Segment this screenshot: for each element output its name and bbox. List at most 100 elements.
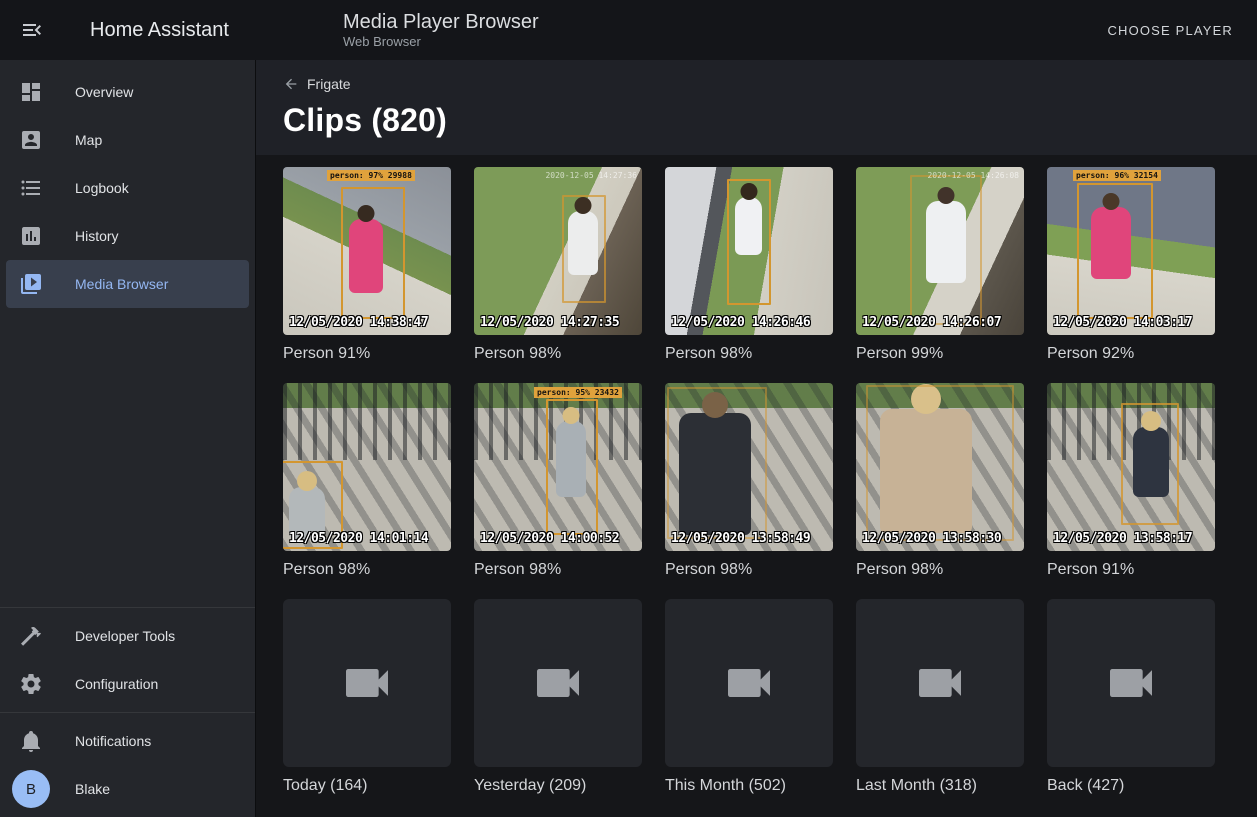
sidebar-item-logbook[interactable]: Logbook xyxy=(6,164,249,212)
folder-label: Yesterday (209) xyxy=(474,777,642,795)
toolbar-titles: Media Player Browser Web Browser xyxy=(343,10,539,50)
sidebar-item-media-browser[interactable]: Media Browser xyxy=(6,260,249,308)
video-icon xyxy=(530,655,586,711)
folder-thumbnail xyxy=(856,599,1024,767)
account-box-icon xyxy=(19,128,43,152)
clip-caption: Person 92% xyxy=(1047,345,1215,363)
sidebar-item-profile[interactable]: B Blake xyxy=(6,765,249,813)
clip-caption: Person 98% xyxy=(283,561,451,579)
video-icon xyxy=(1103,655,1159,711)
clip-timestamp-overlay: 12/05/2020 14:26:07 xyxy=(862,315,1001,330)
clip-thumbnail: person: 97% 29988 12/05/2020 14:38:47 xyxy=(283,167,451,335)
clip-timestamp-overlay: 12/05/2020 13:58:17 xyxy=(1053,531,1192,546)
camera-osd-timestamp: 2020-12-05 14:26:08 xyxy=(927,171,1019,180)
clip-caption: Person 98% xyxy=(474,345,642,363)
sidebar-item-developer-tools[interactable]: Developer Tools xyxy=(6,612,249,660)
clip-timestamp-overlay: 12/05/2020 14:01:14 xyxy=(289,531,428,546)
app-title: Home Assistant xyxy=(90,19,229,42)
clip-caption: Person 91% xyxy=(283,345,451,363)
detection-label: person: 96% 32154 xyxy=(1073,170,1161,181)
body-split: Overview Map Logbook xyxy=(0,60,1257,817)
folder-tile-today[interactable]: Today (164) xyxy=(283,599,451,795)
clip-tile[interactable]: 2020-12-05 14:26:08 12/05/2020 14:26:07 … xyxy=(856,167,1024,363)
breadcrumb-label: Frigate xyxy=(307,76,351,92)
video-icon xyxy=(912,655,968,711)
clip-tile[interactable]: 12/05/2020 14:26:46 Person 98% xyxy=(665,167,833,363)
bell-icon xyxy=(19,729,43,753)
page-heading: Media Player Browser xyxy=(343,10,539,34)
clip-thumbnail: 12/05/2020 13:58:49 xyxy=(665,383,833,551)
media-scroll-area[interactable]: person: 97% 29988 12/05/2020 14:38:47 Pe… xyxy=(256,155,1257,817)
detection-bbox xyxy=(1077,183,1153,319)
clip-thumbnail: 12/05/2020 13:58:30 xyxy=(856,383,1024,551)
clip-thumbnail: 12/05/2020 14:01:14 xyxy=(283,383,451,551)
folder-tile-this-month[interactable]: This Month (502) xyxy=(665,599,833,795)
folder-tile-last-month[interactable]: Last Month (318) xyxy=(856,599,1024,795)
folder-label: Today (164) xyxy=(283,777,451,795)
clip-tile[interactable]: 12/05/2020 14:01:14 Person 98% xyxy=(283,383,451,579)
clip-tile[interactable]: 2020-12-05 14:27:36 12/05/2020 14:27:35 … xyxy=(474,167,642,363)
folder-label: Last Month (318) xyxy=(856,777,1024,795)
clip-timestamp-overlay: 12/05/2020 14:00:52 xyxy=(480,531,619,546)
clip-caption: Person 98% xyxy=(665,345,833,363)
clip-thumbnail: person: 96% 32154 12/05/2020 14:03:17 xyxy=(1047,167,1215,335)
sidebar-item-label: Configuration xyxy=(75,676,158,692)
gear-icon xyxy=(19,672,43,696)
camera-osd-timestamp: 2020-12-05 14:27:36 xyxy=(545,171,637,180)
sidebar-item-configuration[interactable]: Configuration xyxy=(6,660,249,708)
toolbar: Media Player Browser Web Browser CHOOSE … xyxy=(256,0,1257,60)
detection-label: person: 95% 23432 xyxy=(534,387,622,398)
detection-bbox xyxy=(910,175,982,325)
detection-label: person: 97% 29988 xyxy=(327,170,415,181)
chart-box-icon xyxy=(19,224,43,248)
detection-bbox xyxy=(1121,403,1179,525)
clip-tile[interactable]: 12/05/2020 13:58:30 Person 98% xyxy=(856,383,1024,579)
player-subtitle: Web Browser xyxy=(343,34,539,50)
clip-thumbnail: 12/05/2020 14:26:46 xyxy=(665,167,833,335)
avatar: B xyxy=(12,770,50,808)
sidebar-item-label: Logbook xyxy=(75,180,129,196)
clip-timestamp-overlay: 12/05/2020 14:26:46 xyxy=(671,315,810,330)
sidebar-item-label: Media Browser xyxy=(75,276,168,292)
choose-player-button[interactable]: CHOOSE PLAYER xyxy=(1097,15,1243,46)
sidebar-item-label: Map xyxy=(75,132,102,148)
sidebar-nav: Overview Map Logbook xyxy=(0,68,255,308)
top-app-bar: Home Assistant Media Player Browser Web … xyxy=(0,0,1257,60)
folder-thumbnail xyxy=(283,599,451,767)
clip-timestamp-overlay: 12/05/2020 14:27:35 xyxy=(480,315,619,330)
sidebar-item-overview[interactable]: Overview xyxy=(6,68,249,116)
sidebar-header: Home Assistant xyxy=(0,18,256,42)
folder-tile-back[interactable]: Back (427) xyxy=(1047,599,1215,795)
arrow-left-icon xyxy=(283,76,299,92)
sidebar: Overview Map Logbook xyxy=(0,60,256,817)
menu-open-icon[interactable] xyxy=(20,18,44,42)
sidebar-item-map[interactable]: Map xyxy=(6,116,249,164)
clip-timestamp-overlay: 12/05/2020 14:03:17 xyxy=(1053,315,1192,330)
folder-thumbnail xyxy=(665,599,833,767)
clip-caption: Person 99% xyxy=(856,345,1024,363)
clip-tile[interactable]: 12/05/2020 13:58:17 Person 91% xyxy=(1047,383,1215,579)
page-title: Clips (820) xyxy=(283,102,1230,139)
content-header: Frigate Clips (820) xyxy=(256,60,1257,155)
clip-thumbnail: person: 95% 23432 12/05/2020 14:00:52 xyxy=(474,383,642,551)
clip-tile[interactable]: 12/05/2020 13:58:49 Person 98% xyxy=(665,383,833,579)
sidebar-item-label: Notifications xyxy=(75,733,151,749)
clip-thumbnail: 12/05/2020 13:58:17 xyxy=(1047,383,1215,551)
breadcrumb-back[interactable]: Frigate xyxy=(283,76,351,92)
user-name: Blake xyxy=(75,781,110,797)
detection-bbox xyxy=(727,179,771,305)
clips-grid: person: 97% 29988 12/05/2020 14:38:47 Pe… xyxy=(283,167,1230,795)
clip-tile[interactable]: person: 96% 32154 12/05/2020 14:03:17 Pe… xyxy=(1047,167,1215,363)
clip-timestamp-overlay: 12/05/2020 14:38:47 xyxy=(289,315,428,330)
detection-bbox xyxy=(562,195,606,303)
sidebar-item-label: History xyxy=(75,228,119,244)
sidebar-item-history[interactable]: History xyxy=(6,212,249,260)
folder-label: This Month (502) xyxy=(665,777,833,795)
clip-tile[interactable]: person: 95% 23432 12/05/2020 14:00:52 Pe… xyxy=(474,383,642,579)
folder-tile-yesterday[interactable]: Yesterday (209) xyxy=(474,599,642,795)
sidebar-item-notifications[interactable]: Notifications xyxy=(6,717,249,765)
clip-thumbnail: 2020-12-05 14:26:08 12/05/2020 14:26:07 xyxy=(856,167,1024,335)
clip-tile[interactable]: person: 97% 29988 12/05/2020 14:38:47 Pe… xyxy=(283,167,451,363)
sidebar-footer: Developer Tools Configuration xyxy=(0,603,255,813)
video-icon xyxy=(339,655,395,711)
